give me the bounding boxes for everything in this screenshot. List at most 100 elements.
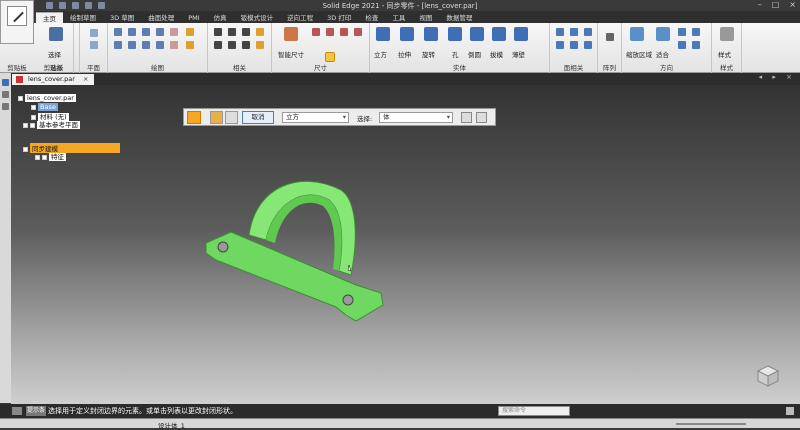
thin-wall-icon[interactable] (514, 27, 528, 41)
ribbon-tab[interactable]: 视图 (412, 12, 439, 23)
pathfinder-item[interactable]: 基本参考平面 (23, 119, 80, 129)
fit-button[interactable]: 适合 (656, 49, 669, 59)
pull-icon[interactable] (400, 27, 414, 41)
undo-icon[interactable] (85, 2, 92, 9)
include-icon[interactable] (186, 41, 194, 49)
pull-button[interactable]: 拉伸 (398, 49, 411, 59)
smart-dimension-icon[interactable] (284, 27, 298, 41)
3d-viewport[interactable]: lens_cover.par Base 材料 (无) 基本参考平面 同步建模 特… (11, 85, 800, 404)
ribbon-tab[interactable]: 主页 (36, 12, 63, 23)
mirror-icon[interactable] (170, 28, 178, 36)
pattern-icon[interactable] (606, 33, 614, 41)
face-relate-icon[interactable] (584, 28, 592, 36)
layers-icon[interactable] (2, 91, 9, 98)
thin-wall-button[interactable]: 薄壁 (512, 49, 525, 59)
plane-icon[interactable] (90, 41, 98, 49)
view-icon[interactable] (692, 41, 700, 49)
ribbon-tab[interactable]: 仿真 (207, 12, 234, 23)
relate-icon[interactable] (228, 28, 236, 36)
close-icon[interactable]: × (789, 0, 796, 9)
select-arrow-icon[interactable] (49, 27, 63, 41)
minimize-icon[interactable]: – (758, 0, 762, 9)
face-relate-icon[interactable] (584, 41, 592, 49)
status-icon[interactable] (786, 407, 794, 415)
accept-icon[interactable] (461, 112, 472, 123)
smart-dimension-button[interactable]: 智能尺寸 (278, 49, 304, 59)
face-relate-icon[interactable] (570, 41, 578, 49)
mounting-hole[interactable] (342, 294, 354, 306)
application-button[interactable] (0, 0, 34, 44)
circle-icon[interactable] (142, 28, 150, 36)
round-icon[interactable] (470, 27, 484, 41)
open-icon[interactable] (59, 2, 66, 9)
zoom-slider[interactable] (676, 423, 746, 425)
ribbon-tab[interactable]: 逆向工程 (280, 12, 320, 23)
trim-icon[interactable] (142, 41, 150, 49)
fillet-icon[interactable] (128, 41, 136, 49)
expand-icon[interactable] (23, 122, 28, 128)
step-shape-icon[interactable] (225, 111, 238, 124)
cancel-button[interactable]: 取消 (242, 111, 274, 124)
style-button[interactable]: 样式 (718, 49, 731, 59)
relate-icon[interactable] (242, 28, 250, 36)
relate-icon[interactable] (256, 28, 264, 36)
expand-icon[interactable] (18, 95, 23, 101)
face-relate-icon[interactable] (556, 28, 564, 36)
features-icon[interactable] (2, 103, 9, 110)
ribbon-tab[interactable]: 数据管理 (439, 12, 479, 23)
view-cube[interactable] (756, 364, 780, 388)
pathfinder-feature[interactable]: 特征 (35, 151, 66, 161)
relate-icon[interactable] (214, 41, 222, 49)
view-icon[interactable] (678, 28, 686, 36)
relate-icon[interactable] (228, 41, 236, 49)
view-icon[interactable] (692, 28, 700, 36)
hole-icon[interactable] (448, 27, 462, 41)
shape-select[interactable]: 立方 (282, 112, 349, 123)
revolve-button[interactable]: 旋转 (422, 49, 435, 59)
expand-icon[interactable] (35, 154, 40, 160)
expand-icon[interactable] (23, 146, 28, 152)
line-icon[interactable] (114, 28, 122, 36)
extrude-button[interactable]: 立方 (374, 49, 387, 59)
ribbon-tab[interactable]: 工具 (385, 12, 412, 23)
save-icon[interactable] (72, 2, 79, 9)
relate-icon[interactable] (256, 41, 264, 49)
select-filter[interactable]: 体 (379, 112, 453, 123)
close-command-icon[interactable] (476, 112, 487, 123)
plane-icon[interactable] (90, 29, 98, 37)
dimension-icon[interactable] (340, 28, 348, 36)
mounting-flange[interactable] (205, 231, 384, 322)
ribbon-tab[interactable]: PMI (181, 12, 206, 23)
ribbon-tab[interactable]: 3D 草图 (103, 12, 141, 23)
project-icon[interactable] (186, 28, 194, 36)
redo-icon[interactable] (98, 2, 105, 9)
command-search-input[interactable]: 搜索命令 (498, 406, 570, 416)
move-icon[interactable] (170, 41, 178, 49)
command-menu-icon[interactable] (187, 111, 201, 124)
revolve-icon[interactable] (424, 27, 438, 41)
checkbox-icon[interactable] (30, 122, 35, 128)
ribbon-tab[interactable]: 钣模式设计 (234, 12, 281, 23)
hole-button[interactable]: 孔 (452, 49, 459, 59)
ribbon-tab[interactable]: 绘制草图 (63, 12, 103, 23)
arc-icon[interactable] (128, 28, 136, 36)
face-relate-icon[interactable] (570, 28, 578, 36)
view-icon[interactable] (678, 41, 686, 49)
ribbon-tab[interactable]: 3D 打印 (320, 12, 358, 23)
pathfinder-item[interactable]: Base (31, 103, 58, 111)
dimension-icon[interactable] (312, 28, 320, 36)
ribbon-tab[interactable]: 曲面处理 (141, 12, 181, 23)
relate-icon[interactable] (214, 28, 222, 36)
tab-nav-icons[interactable]: ◂ ▸ × (759, 73, 796, 81)
prompt-toggle-icon[interactable] (12, 407, 22, 415)
ribbon-tab[interactable]: 检查 (358, 12, 385, 23)
step-select-icon[interactable] (210, 111, 223, 124)
checkbox-icon[interactable] (42, 154, 47, 160)
select-button[interactable]: 选择 (48, 49, 61, 59)
dimension-highlight-icon[interactable] (325, 52, 335, 62)
rectangle-icon[interactable] (156, 28, 164, 36)
close-tab-icon[interactable]: × (83, 75, 88, 83)
dimension-icon[interactable] (326, 28, 334, 36)
style-icon[interactable] (720, 27, 734, 41)
pathfinder-icon[interactable] (2, 79, 9, 86)
